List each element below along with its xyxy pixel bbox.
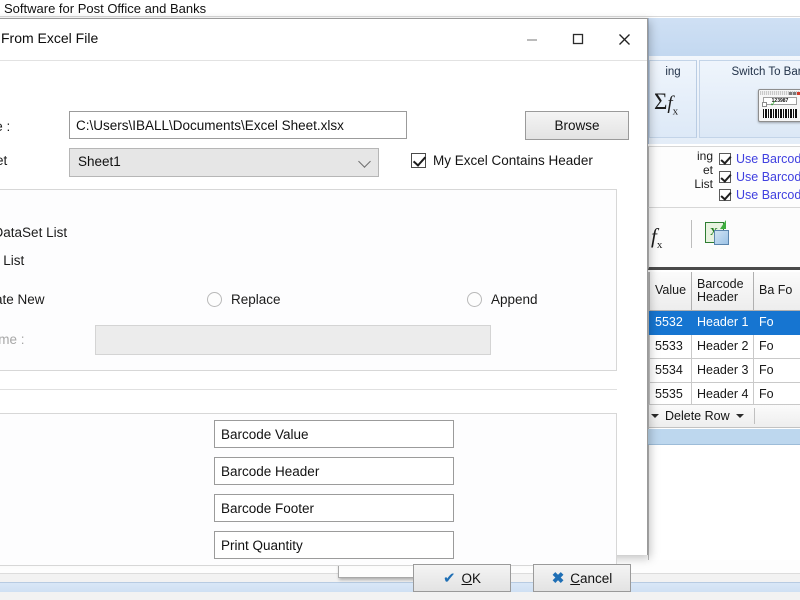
import-from-excel-dialog: From Excel File File : Browse h [0,18,648,592]
radio-circle-icon [467,292,482,307]
ribbon-group-settings[interactable]: ing Σfx [649,60,697,138]
screen-root: Software for Post Office and Banks ing Σ… [0,0,800,600]
dataset-name-label: Name : [0,332,25,347]
dataset-line-1: olumn for new DataSet List [0,225,68,240]
divider [753,408,755,424]
radio-circle-icon [207,292,222,307]
chevron-down-icon[interactable] [735,414,744,418]
radio-create-new[interactable]: reate New [0,292,45,307]
grid-header-row: Value Barcode Header Ba Fo [649,272,800,311]
cell-value[interactable]: 5534 [649,357,692,383]
maximize-button[interactable] [555,19,601,59]
check-icon: ✔ [442,569,456,587]
ribbon-tab-band [648,18,800,56]
preview-area [648,445,800,560]
use-barcode-label-1: Use Barcod [736,152,800,166]
cell-header[interactable]: Header 1 [691,309,754,335]
use-barcode-checkbox-1[interactable]: Use Barcod [719,152,800,166]
barcode-icon-value: 123987 [763,97,797,105]
cell-footer[interactable]: Fo [753,357,800,383]
table-row[interactable]: 5532 Header 1 Fo [649,309,800,335]
close-button[interactable] [601,19,647,59]
chevron-down-icon [358,155,371,168]
file-label: File : [0,119,11,134]
barcode-footer-input[interactable] [214,494,454,522]
dialog-body: File : Browse heet Sheet1 My Excel Conta… [0,61,647,592]
barcode-icon[interactable]: 123987 ✓ [758,89,800,122]
use-barcode-checkbox-group: ing et List Use Barcod Use Barcod Use Ba… [648,146,800,208]
checkbox-box-icon [719,153,731,165]
cell-header[interactable]: Header 2 [691,333,754,359]
status-bar-strip [0,582,800,592]
cell-header[interactable]: Header 4 [691,381,754,407]
cell-footer[interactable]: Fo [753,309,800,335]
cell-header[interactable]: Header 3 [691,357,754,383]
browse-button-label: Browse [554,118,600,133]
barcode-value-input[interactable] [214,420,454,448]
use-barcode-label-2: Use Barcod [736,170,800,184]
sheet-label: heet [0,153,8,168]
radio-replace[interactable]: Replace [207,292,281,307]
cancel-button[interactable]: ✖ Cancel [533,564,631,592]
grid-header-value[interactable]: Value [649,272,692,311]
dataset-line-2: ected column in List [0,253,25,268]
bg-left-label-1: et [702,163,713,177]
minimize-button[interactable] [509,19,555,59]
cancel-button-label: Cancel [570,570,613,586]
checkbox-box-icon [719,189,731,201]
delete-row-button[interactable]: Delete Row [665,409,730,423]
chevron-down-icon[interactable] [651,414,659,418]
divider [0,389,617,390]
window-controls [509,19,647,59]
sheet-select[interactable]: Sheet1 [69,148,379,177]
dataset-name-input[interactable] [95,325,491,355]
grid-header-barcode-header[interactable]: Barcode Header [691,272,754,311]
bg-left-label-0: ing [696,149,713,163]
radio-create-new-label: reate New [0,292,45,307]
radio-replace-label: Replace [231,292,281,307]
secondary-toolbar: fx [648,208,800,270]
ribbon-group-a-label: ing [665,66,681,78]
use-barcode-checkbox-3[interactable]: Use Barcod [719,188,800,202]
grid-action-bar: Delete Row [648,404,800,428]
cell-value[interactable]: 5533 [649,333,692,359]
file-path-input[interactable] [69,111,407,139]
table-row[interactable]: 5533 Header 2 Fo [649,333,800,359]
ok-button-label: OK [461,570,482,586]
app-title-bar: Software for Post Office and Banks [0,0,800,17]
my-excel-contains-header-label: My Excel Contains Header [433,153,593,168]
sigma-fx-icon[interactable]: Σfx [654,89,678,118]
app-title: Software for Post Office and Banks [4,1,207,16]
ribbon: ing Σfx Switch To Barcode 123987 ✓ [648,56,800,144]
ribbon-group-switch-to-barcode[interactable]: Switch To Barcode 123987 ✓ [699,60,800,138]
sheet-select-value: Sheet1 [78,154,121,169]
use-barcode-checkbox-2[interactable]: Use Barcod [719,170,800,184]
print-quantity-input[interactable] [214,531,454,559]
table-row[interactable]: 5534 Header 3 Fo [649,357,800,383]
radio-append-label: Append [491,292,538,307]
dialog-title: From Excel File [1,30,99,46]
table-row[interactable]: 5535 Header 4 Fo [649,381,800,407]
switch-to-barcode-label: Switch To Barcode [731,66,800,78]
radio-append[interactable]: Append [467,292,538,307]
use-barcode-label-3: Use Barcod [736,188,800,202]
excel-import-icon[interactable] [705,220,731,246]
dialog-title-bar[interactable]: From Excel File [0,19,647,61]
browse-button[interactable]: Browse [525,111,629,140]
cell-value[interactable]: 5535 [649,381,692,407]
cell-footer[interactable]: Fo [753,381,800,407]
fx-icon[interactable]: fx [651,224,662,251]
toolbar-separator [691,220,692,248]
selected-row-strip [648,429,800,445]
bg-left-label-2: List [694,177,713,191]
close-x-icon: ✖ [551,569,565,587]
barcode-header-input[interactable] [214,457,454,485]
cell-footer[interactable]: Fo [753,333,800,359]
checkbox-box-icon [411,153,426,168]
ok-button[interactable]: ✔ OK [413,564,511,592]
my-excel-contains-header-checkbox[interactable]: My Excel Contains Header [411,153,593,168]
checkbox-box-icon [719,171,731,183]
grid-header-barcode-footer[interactable]: Ba Fo [753,272,800,311]
cell-value[interactable]: 5532 [649,309,692,335]
